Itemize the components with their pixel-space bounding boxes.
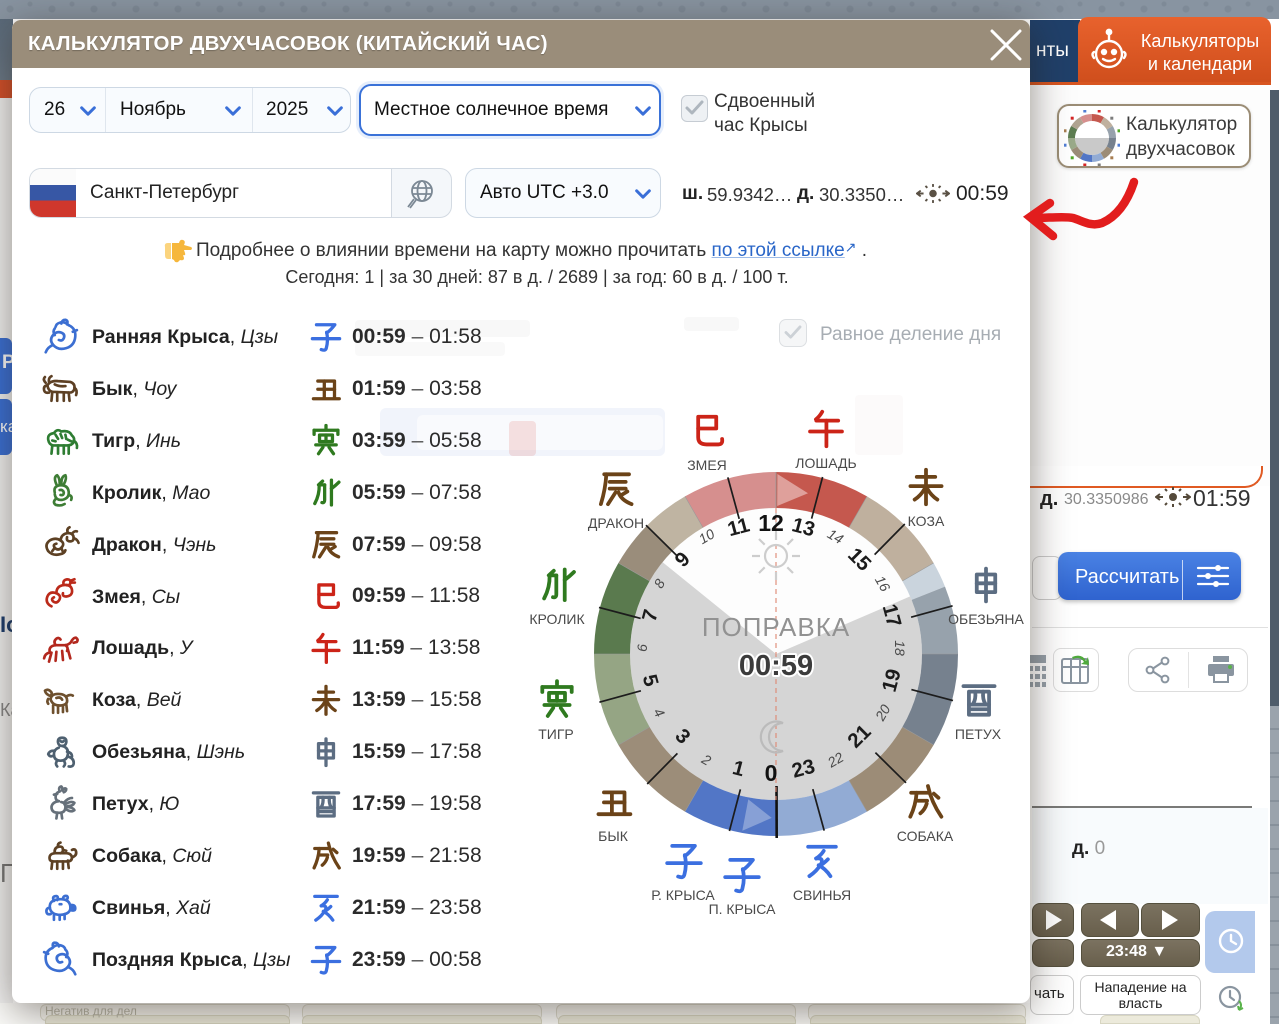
svg-text:00:59: 00:59 (739, 650, 813, 682)
svg-text:СВИНЬЯ: СВИНЬЯ (793, 887, 851, 903)
svg-text:6: 6 (634, 644, 650, 652)
svg-text:ЛОШАДЬ: ЛОШАДЬ (795, 455, 856, 471)
svg-text:ДРАКОН: ДРАКОН (588, 515, 644, 531)
svg-text:ОБЕЗЬЯНА: ОБЕЗЬЯНА (948, 611, 1024, 627)
svg-text:ПОПРАВКА: ПОПРАВКА (702, 612, 850, 642)
svg-text:КОЗА: КОЗА (908, 513, 945, 529)
svg-text:СОБАКА: СОБАКА (897, 828, 954, 844)
svg-text:Р. КРЫСА: Р. КРЫСА (651, 887, 715, 903)
svg-text:П. КРЫСА: П. КРЫСА (709, 901, 777, 917)
svg-text:ПЕТУХ: ПЕТУХ (955, 726, 1002, 742)
svg-text:18: 18 (892, 640, 908, 656)
svg-text:КРОЛИК: КРОЛИК (529, 611, 585, 627)
svg-text:ЗМЕЯ: ЗМЕЯ (687, 457, 727, 473)
svg-text:БЫК: БЫК (598, 828, 629, 844)
svg-text:ТИГР: ТИГР (538, 726, 574, 742)
svg-text:12: 12 (758, 510, 784, 536)
svg-text:0: 0 (765, 760, 778, 786)
